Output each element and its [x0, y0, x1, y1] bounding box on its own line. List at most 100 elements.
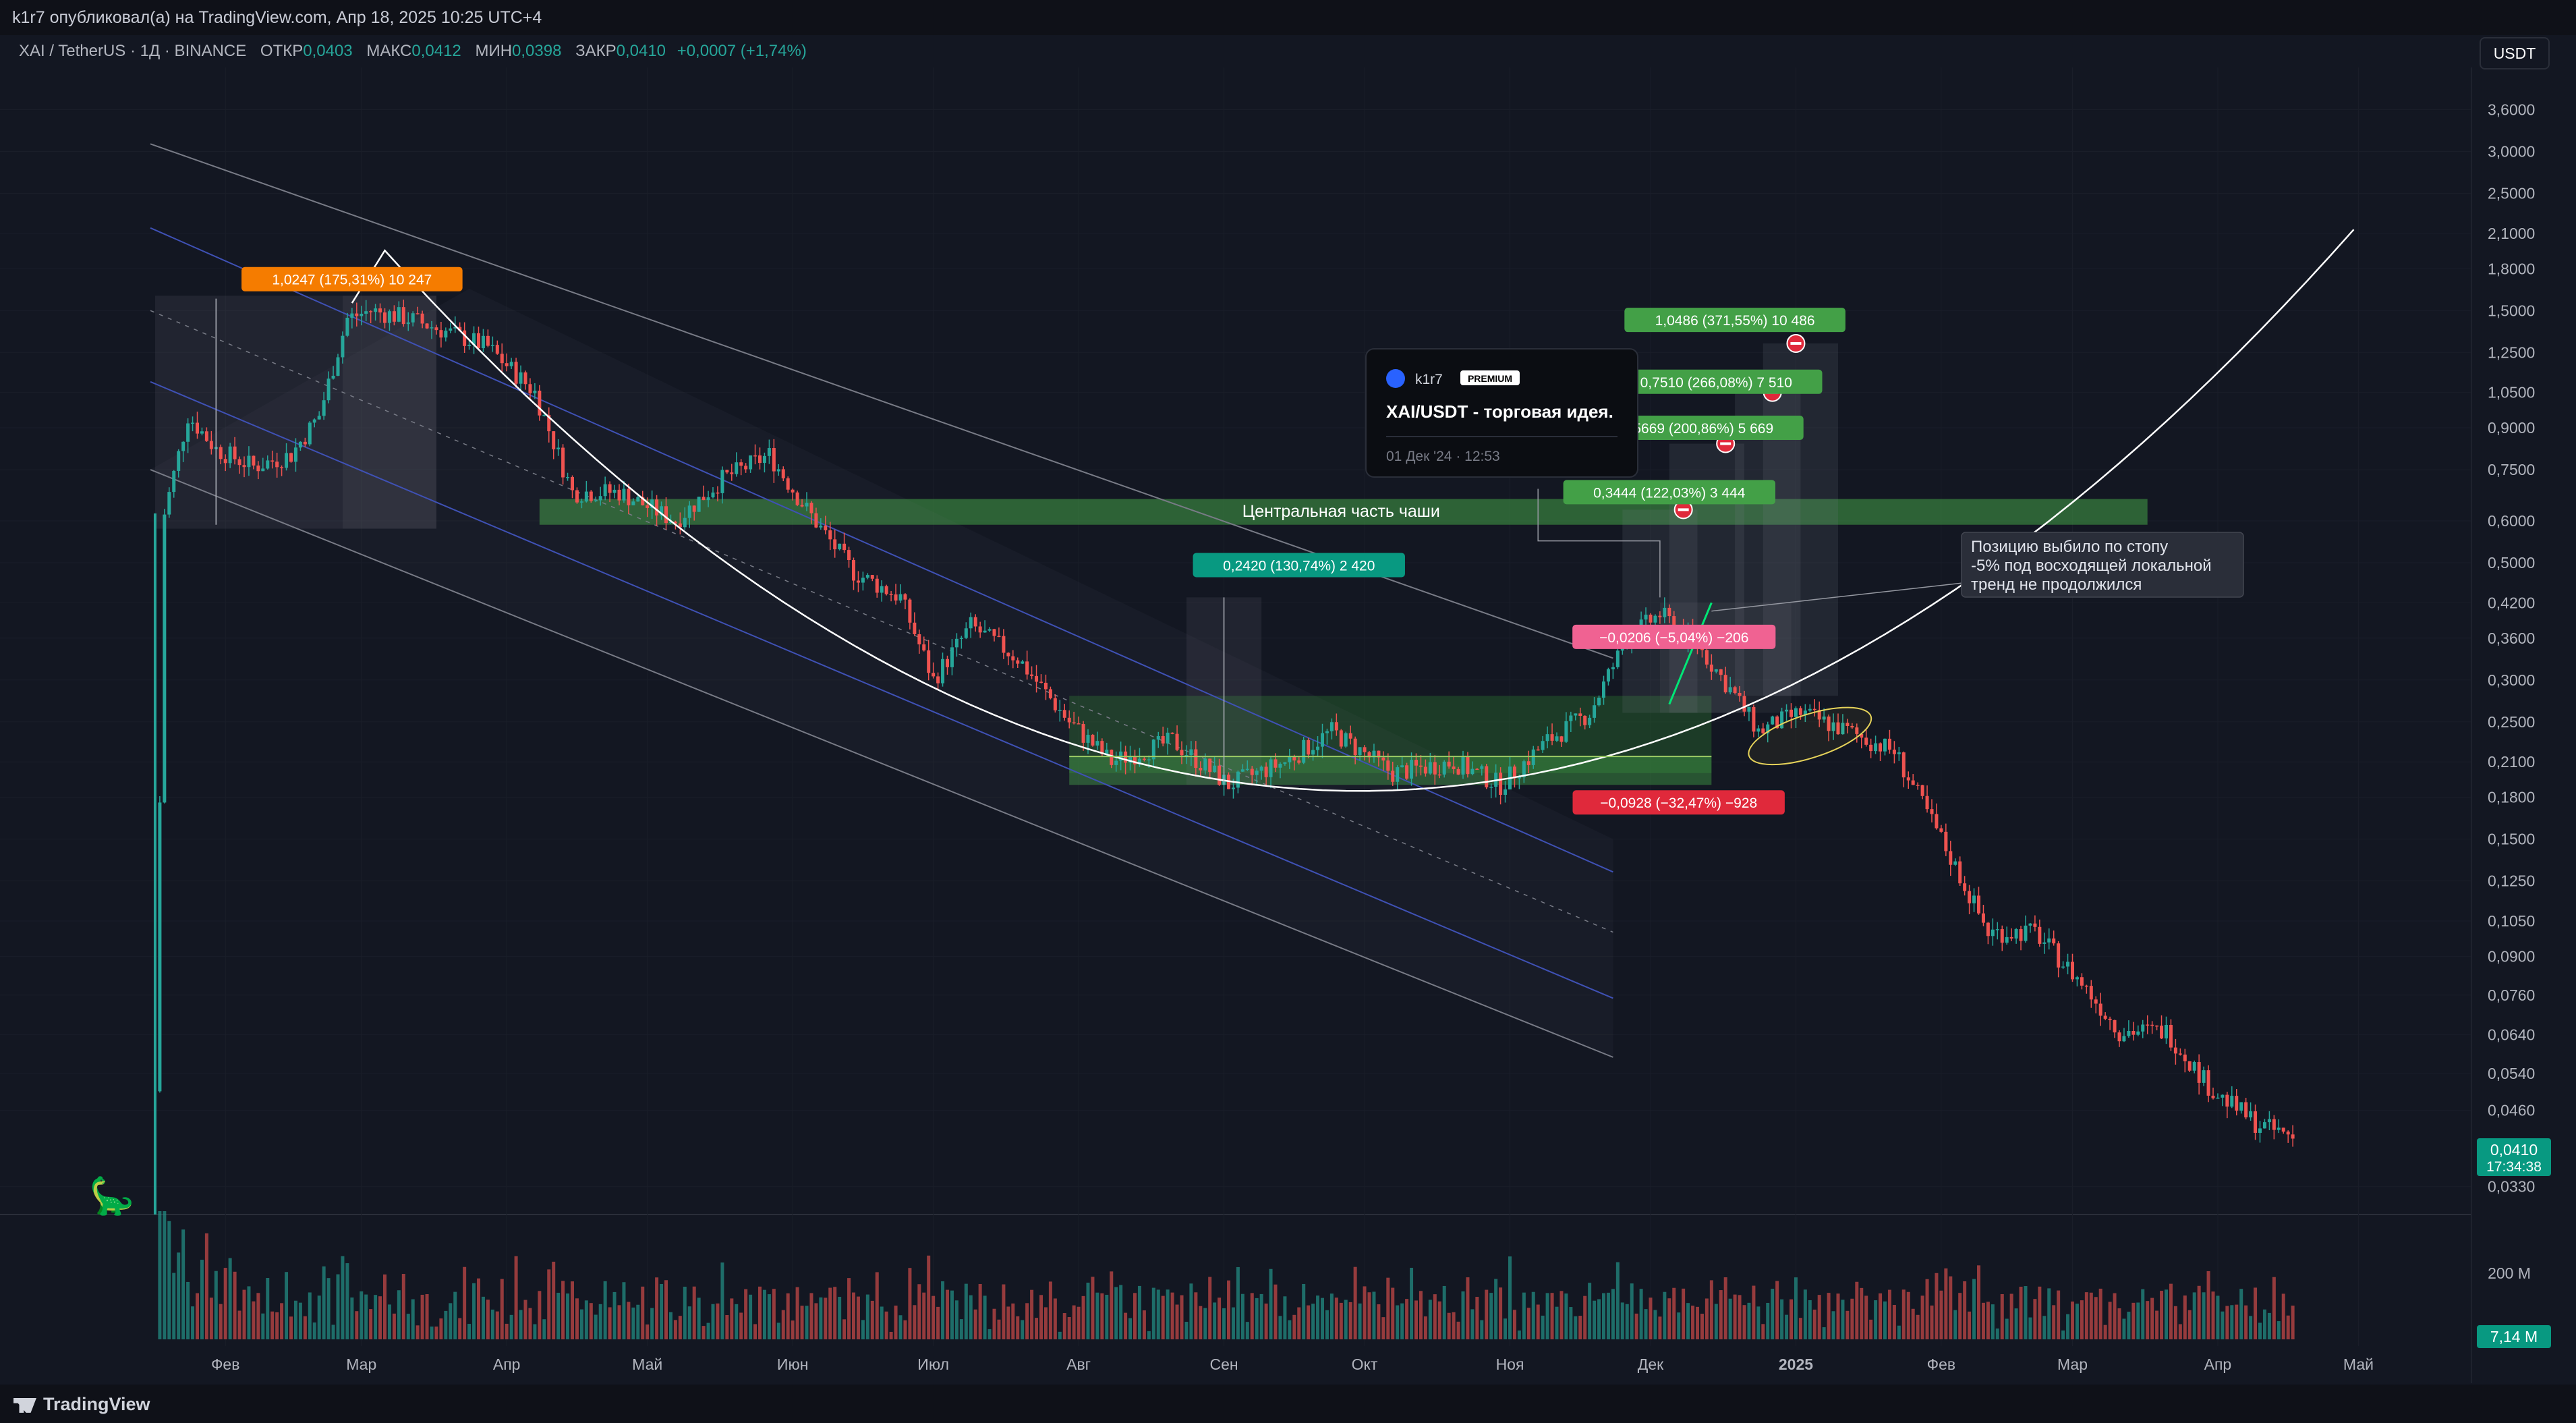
volume-bar	[1442, 1285, 1446, 1339]
volume-bar	[1124, 1312, 1128, 1339]
candle	[500, 354, 504, 364]
candle	[1485, 766, 1489, 787]
candle	[1325, 731, 1329, 733]
candle	[1025, 661, 1029, 675]
candle	[2244, 1102, 2248, 1118]
candle	[711, 493, 715, 498]
candle	[2005, 937, 2009, 943]
volume-bar	[2009, 1293, 2013, 1339]
volume-bar	[2127, 1312, 2131, 1339]
volume-bar	[1630, 1283, 1634, 1339]
candle	[275, 462, 279, 468]
candle	[2187, 1061, 2192, 1071]
volume-bar	[472, 1283, 476, 1339]
idea-date: 01 Дек '24 · 12:53	[1386, 449, 1500, 464]
volume-bar	[2080, 1300, 2084, 1339]
volume-bar	[2047, 1288, 2051, 1339]
candle	[716, 493, 720, 494]
candle	[1456, 769, 1460, 775]
volume-bar	[1841, 1300, 1845, 1339]
volume-bar	[317, 1295, 321, 1339]
candle	[2028, 923, 2032, 926]
volume-bar	[556, 1292, 561, 1339]
volume-bar	[209, 1298, 213, 1339]
volume-bar	[2033, 1299, 2037, 1339]
volume-bar	[946, 1289, 949, 1339]
volume-bar	[1916, 1314, 1920, 1339]
volume-bar	[1316, 1295, 1320, 1339]
candle	[1400, 765, 1404, 768]
volume-bar	[1906, 1291, 1910, 1339]
volume-bar	[749, 1294, 753, 1339]
volume-bar	[1142, 1310, 1146, 1339]
candle	[2216, 1097, 2220, 1099]
volume-bar	[1879, 1293, 1883, 1339]
volume-tick-label: 200 M	[2488, 1264, 2531, 1282]
x-tick-label: 2025	[1779, 1356, 1813, 1373]
candle	[1166, 732, 1170, 744]
candle	[2146, 1024, 2150, 1026]
candle	[1030, 674, 1034, 676]
candle	[1531, 749, 1535, 765]
candle	[1723, 675, 1727, 693]
volume-bar	[2254, 1287, 2258, 1339]
volume-bar	[289, 1316, 293, 1339]
candle	[1419, 765, 1423, 767]
volume-bar	[917, 1284, 921, 1339]
candle	[828, 530, 832, 540]
volume-bar	[824, 1298, 828, 1339]
price-chart[interactable]: 3,6000 3,0000 2,5000 2,1000 1,8000 1,5000 1,25…	[0, 0, 2576, 1423]
volume-bar	[1733, 1294, 1737, 1339]
candle	[1504, 789, 1508, 796]
candle	[237, 459, 241, 466]
volume-bar	[608, 1307, 612, 1339]
volume-bar	[1203, 1308, 1207, 1339]
volume-bar	[584, 1300, 588, 1339]
x-tick-label: Июл	[917, 1356, 949, 1373]
candle	[1414, 760, 1418, 766]
volume-bar	[1386, 1277, 1390, 1339]
candle	[589, 491, 593, 501]
volume-bar	[322, 1266, 326, 1339]
candle	[191, 422, 195, 424]
volume-bar	[1864, 1295, 1868, 1339]
candle	[270, 460, 275, 462]
candle	[1588, 717, 1592, 725]
volume-bar	[1259, 1293, 1263, 1339]
volume-bar	[458, 1318, 462, 1339]
candle	[1053, 698, 1057, 710]
volume-bar	[847, 1278, 851, 1339]
candle	[1906, 777, 1910, 781]
candle	[449, 328, 453, 331]
candle	[1499, 773, 1503, 796]
candle	[1307, 740, 1311, 755]
candle	[252, 455, 256, 466]
candle	[392, 311, 396, 322]
volume-bar	[2197, 1285, 2201, 1339]
volume-bar	[1307, 1305, 1311, 1339]
candle	[1255, 771, 1259, 775]
x-tick-label: Фев	[1927, 1356, 1956, 1373]
volume-bar	[1016, 1316, 1020, 1339]
tradingview-brand[interactable]: TradingView	[13, 1394, 150, 1415]
y-tick-label: 0,1250	[2488, 872, 2535, 890]
volume-bar	[369, 1309, 373, 1339]
volume-bar	[1240, 1293, 1244, 1339]
candle	[2202, 1070, 2206, 1083]
stop-marker-bar	[1678, 508, 1689, 511]
x-tick-label: Дек	[1638, 1356, 1664, 1373]
x-tick-label: Окт	[1352, 1356, 1378, 1373]
volume-bar	[397, 1290, 401, 1339]
candle	[223, 459, 227, 464]
candle	[598, 496, 602, 501]
candle	[1011, 656, 1015, 661]
y-tick-label: 1,2500	[2488, 343, 2535, 361]
volume-bar	[2052, 1305, 2056, 1339]
candle	[772, 448, 776, 472]
candle	[2080, 977, 2084, 986]
volume-bar	[1550, 1293, 1554, 1339]
volume-bar	[196, 1293, 199, 1339]
volume-bar	[711, 1304, 715, 1339]
volume-bar	[617, 1305, 621, 1339]
candle	[1147, 759, 1151, 760]
